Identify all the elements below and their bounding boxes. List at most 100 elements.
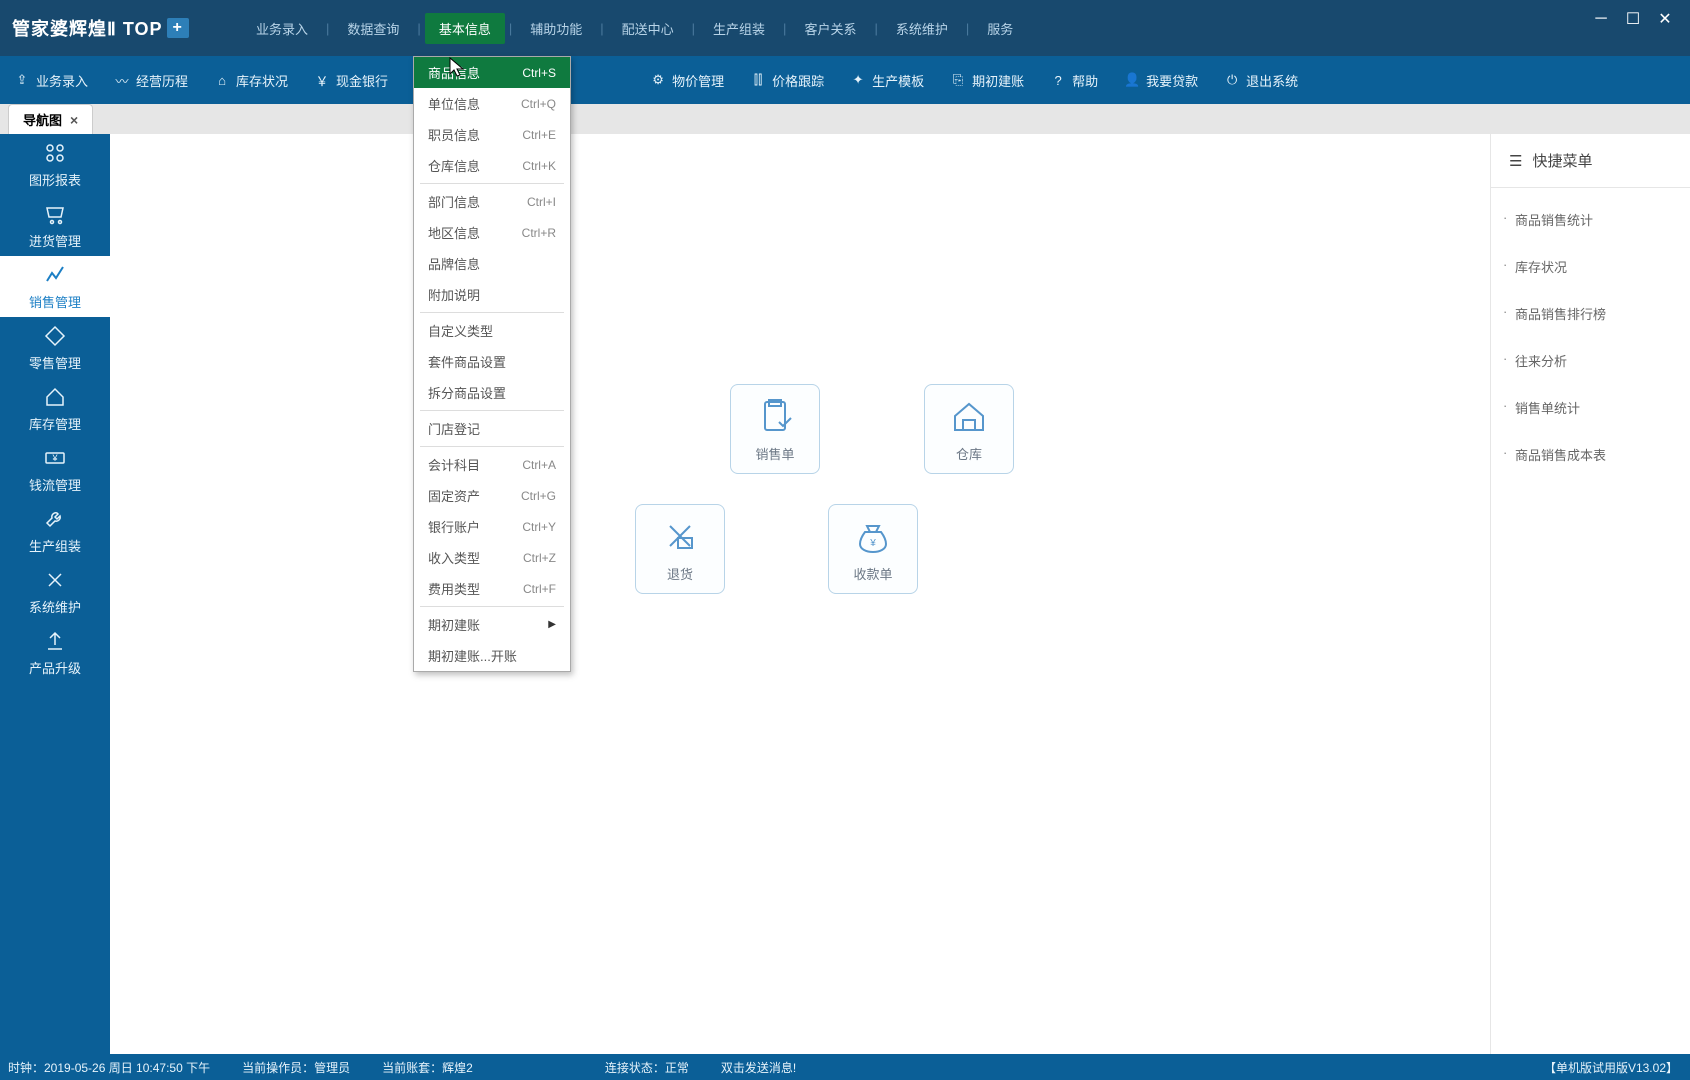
sidebar-item-upgrade[interactable]: 产品升级 [0,622,110,683]
dd-kit-setting[interactable]: 套件商品设置 [414,346,570,377]
doc-icon: ⎘ [950,72,966,88]
sidebar-item-sales[interactable]: 销售管理 [0,256,110,317]
upload-icon: ⇪ [14,72,30,88]
status-account: 当前账套：辉煌2 [382,1059,473,1076]
rp-item-sales-stats[interactable]: 商品销售统计 [1491,196,1690,243]
toolbar-help[interactable]: ?帮助 [1050,71,1098,90]
yen-icon: ￥ [314,72,330,88]
dd-addendum[interactable]: 附加说明 [414,279,570,310]
power-icon: ⏻ [1224,72,1240,88]
tile-return[interactable]: 退货 [635,504,725,594]
dd-product-info[interactable]: 商品信息Ctrl+S [414,57,570,88]
toolbar-track[interactable]: ⫿⫿价格跟踪 [750,71,824,90]
dd-staff-info[interactable]: 职员信息Ctrl+E [414,119,570,150]
top-menu-basic-info[interactable]: 基本信息 [425,13,505,44]
top-menu-system[interactable]: 系统维护 [882,13,962,44]
sidebar-label: 系统维护 [29,597,81,616]
sidebar-item-inventory[interactable]: 库存管理 [0,378,110,439]
top-menu-service[interactable]: 服务 [973,13,1027,44]
dd-income-type[interactable]: 收入类型Ctrl+Z [414,542,570,573]
sidebar-item-retail[interactable]: 零售管理 [0,317,110,378]
dd-store-register[interactable]: 门店登记 [414,413,570,444]
sidebar-label: 库存管理 [29,414,81,433]
status-operator: 当前操作员：管理员 [242,1059,350,1076]
toolbar-init[interactable]: ⎘期初建账 [950,71,1024,90]
tab-close-button[interactable]: × [70,112,78,128]
dd-expense-type[interactable]: 费用类型Ctrl+F [414,573,570,604]
dd-init-open[interactable]: 期初建账...开账 [414,640,570,671]
close-button[interactable]: ✕ [1656,10,1674,28]
money-icon: ¥ [43,446,67,470]
dd-bank-account[interactable]: 银行账户Ctrl+Y [414,511,570,542]
toolbar-loan[interactable]: 👤我要贷款 [1124,71,1198,90]
svg-text:¥: ¥ [869,538,876,549]
dd-warehouse-info[interactable]: 仓库信息Ctrl+K [414,150,570,181]
top-menu-assembly[interactable]: 生产组装 [699,13,779,44]
help-icon: ? [1050,72,1066,88]
tab-nav-map[interactable]: 导航图 × [8,104,93,134]
dd-init-books[interactable]: 期初建账▶ [414,609,570,640]
return-icon [660,516,700,556]
sidebar-item-assembly[interactable]: 生产组装 [0,500,110,561]
toolbar-exit[interactable]: ⏻退出系统 [1224,71,1298,90]
grid-icon [43,141,67,165]
top-menu-business[interactable]: 业务录入 [242,13,322,44]
moneybag-icon: ¥ [853,516,893,556]
toolbar-stock[interactable]: ⌂库存状况 [214,71,288,90]
user-icon: 👤 [1124,72,1140,88]
toolbar-business[interactable]: ⇪业务录入 [14,71,88,90]
dd-accounts[interactable]: 会计科目Ctrl+A [414,449,570,480]
chart-icon: 〰 [114,72,130,88]
sidebar-label: 产品升级 [29,658,81,677]
dd-split-setting[interactable]: 拆分商品设置 [414,377,570,408]
warehouse-icon [949,396,989,436]
top-menu-crm[interactable]: 客户关系 [790,13,870,44]
toolbar-price[interactable]: ⚙物价管理 [650,71,724,90]
tile-receipt[interactable]: ¥ 收款单 [828,504,918,594]
toolbar-history[interactable]: 〰经营历程 [114,71,188,90]
home-icon [43,385,67,409]
sidebar-label: 生产组装 [29,536,81,555]
dd-dept-info[interactable]: 部门信息Ctrl+I [414,186,570,217]
dd-brand-info[interactable]: 品牌信息 [414,248,570,279]
minimize-button[interactable]: ─ [1592,10,1610,28]
status-clock: 时钟：2019-05-26 周日 10:47:50 下午 [8,1059,210,1076]
top-menu-aux[interactable]: 辅助功能 [516,13,596,44]
rp-item-order-stats[interactable]: 销售单统计 [1491,384,1690,431]
rp-item-cost-table[interactable]: 商品销售成本表 [1491,431,1690,478]
tile-sales-order[interactable]: 销售单 [730,384,820,474]
sidebar-item-finance[interactable]: ¥ 钱流管理 [0,439,110,500]
rp-item-sales-rank[interactable]: 商品销售排行榜 [1491,290,1690,337]
rp-item-ar-analysis[interactable]: 往来分析 [1491,337,1690,384]
toolbar-cash[interactable]: ￥现金银行 [314,71,388,90]
sidebar-item-purchase[interactable]: 进货管理 [0,195,110,256]
dd-separator [420,446,564,447]
toolbar-template[interactable]: ✦生产模板 [850,71,924,90]
top-menu: 业务录入 | 数据查询 | 基本信息 | 辅助功能 | 配送中心 | 生产组装 … [242,13,1027,44]
tab-strip: 导航图 × [0,104,1690,134]
app-logo: 管家婆辉煌Ⅱ TOP + [12,15,242,41]
tab-label: 导航图 [23,110,62,129]
sidebar-item-graph[interactable]: 图形报表 [0,134,110,195]
dd-custom-type[interactable]: 自定义类型 [414,315,570,346]
maximize-button[interactable]: ☐ [1624,10,1642,28]
sidebar-label: 图形报表 [29,170,81,189]
status-message[interactable]: 双击发送消息! [721,1059,796,1076]
dd-region-info[interactable]: 地区信息Ctrl+R [414,217,570,248]
sidebar: 图形报表 进货管理 销售管理 零售管理 库存管理 ¥ 钱流管理 生产组装 系统维 [0,134,110,1054]
tile-warehouse[interactable]: 仓库 [924,384,1014,474]
logo-text: 管家婆辉煌Ⅱ TOP [12,15,163,41]
canvas: 销售单 仓库 退货 ¥ 收款单 [110,134,1490,1054]
tile-label: 仓库 [956,444,982,463]
dd-unit-info[interactable]: 单位信息Ctrl+Q [414,88,570,119]
dd-fixed-assets[interactable]: 固定资产Ctrl+G [414,480,570,511]
right-panel-list: 商品销售统计 库存状况 商品销售排行榜 往来分析 销售单统计 商品销售成本表 [1491,188,1690,486]
tile-label: 退货 [667,564,693,583]
wrench-icon [43,507,67,531]
rp-item-stock[interactable]: 库存状况 [1491,243,1690,290]
top-menu-query[interactable]: 数据查询 [333,13,413,44]
cart-icon [43,202,67,226]
sidebar-item-sysmaint[interactable]: 系统维护 [0,561,110,622]
top-menu-delivery[interactable]: 配送中心 [608,13,688,44]
logo-plus-icon: + [167,18,189,38]
